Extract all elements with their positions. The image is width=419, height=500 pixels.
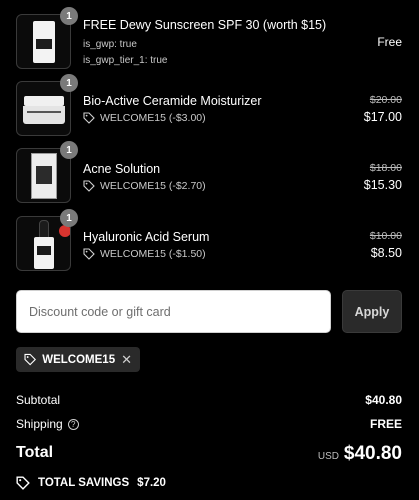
quantity-badge: 1 [60, 209, 78, 227]
tag-icon [83, 248, 95, 260]
line-price: $17.00 [363, 110, 402, 124]
subtotal-value: $40.80 [365, 393, 402, 407]
line-price: $8.50 [370, 246, 402, 260]
product-title: FREE Dewy Sunscreen SPF 30 (worth $15) [83, 18, 327, 32]
original-price: $20.00 [369, 94, 402, 106]
discount-text: WELCOME15 (-$2.70) [100, 180, 206, 192]
dropper-cap-image [39, 220, 49, 238]
tag-icon [83, 180, 95, 192]
quantity-badge: 1 [60, 7, 78, 25]
sunscreen-tube-image [33, 21, 55, 63]
original-price: $10.00 [369, 230, 402, 242]
product-thumbnail: 1 [16, 7, 78, 69]
tag-icon [83, 112, 95, 124]
jar-lid-image [24, 96, 64, 106]
discount-allocation: WELCOME15 (-$1.50) [83, 248, 206, 260]
discount-text: WELCOME15 (-$1.50) [100, 248, 206, 260]
tag-icon [24, 353, 37, 366]
tag-icon [16, 476, 30, 490]
discount-code-input[interactable] [16, 290, 331, 333]
total-savings: TOTAL SAVINGS $7.20 [16, 476, 166, 490]
savings-value: $7.20 [137, 477, 166, 489]
product-title: Acne Solution [83, 162, 161, 176]
discount-text: WELCOME15 (-$3.00) [100, 112, 206, 124]
line-price: $15.30 [363, 178, 402, 192]
shipping-label-row: Shipping? [16, 417, 79, 431]
product-thumbnail: 1 [16, 74, 78, 136]
applied-code-text: WELCOME15 [42, 353, 116, 366]
savings-label: TOTAL SAVINGS [38, 477, 130, 489]
discount-allocation: WELCOME15 (-$3.00) [83, 112, 206, 124]
shipping-label: Shipping [16, 417, 63, 431]
jar-image [23, 106, 65, 124]
product-thumbnail: 1 [16, 209, 78, 271]
remove-discount-close-icon[interactable]: ✕ [121, 352, 132, 368]
total-value: $40.80 [343, 443, 402, 464]
product-property: is_gwp: true [83, 39, 137, 50]
help-circle-icon[interactable]: ? [67, 419, 79, 430]
product-thumbnail: 1 [16, 141, 78, 203]
product-box-image [31, 153, 57, 199]
shipping-value: FREE [369, 417, 402, 431]
line-price: Free [377, 35, 402, 49]
original-price: $18.00 [369, 162, 402, 174]
product-property: is_gwp_tier_1: true [83, 55, 168, 66]
total-label: Total [16, 444, 54, 461]
discount-allocation: WELCOME15 (-$2.70) [83, 180, 206, 192]
product-title: Hyaluronic Acid Serum [83, 230, 210, 244]
quantity-badge: 1 [60, 74, 78, 92]
product-title: Bio-Active Ceramide Moisturizer [83, 94, 262, 108]
dropper-bottle-image [34, 237, 54, 269]
subtotal-label: Subtotal [16, 393, 61, 407]
quantity-badge: 1 [60, 141, 78, 159]
applied-discount-chip: WELCOME15 ✕ [16, 347, 140, 372]
currency-code: USD [317, 451, 339, 462]
apply-discount-button[interactable]: Apply [342, 290, 402, 333]
